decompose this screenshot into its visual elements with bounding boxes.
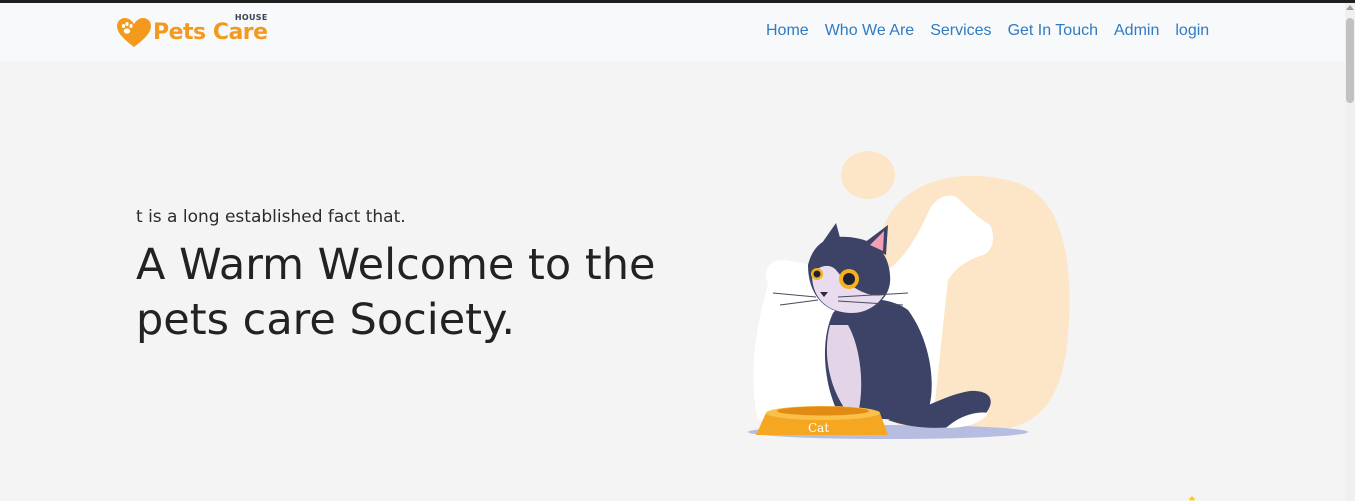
- nav-admin[interactable]: Admin: [1114, 22, 1159, 40]
- logo[interactable]: Pets Care HOUSE: [116, 13, 268, 50]
- nav-who-we-are[interactable]: Who We Are: [825, 22, 915, 40]
- navbar: Pets Care HOUSE Home Who We Are Services…: [0, 3, 1345, 61]
- scrollbar-thumb[interactable]: [1346, 18, 1354, 103]
- nav-get-in-touch[interactable]: Get In Touch: [1008, 22, 1098, 40]
- logo-text: Pets Care HOUSE: [153, 13, 268, 50]
- main-nav: Home Who We Are Services Get In Touch Ad…: [766, 22, 1209, 40]
- logo-wordmark: Pets Care: [153, 20, 268, 45]
- cat-dog-illustration: Cat: [748, 151, 1070, 439]
- star-icon: [1188, 495, 1196, 501]
- hero-title: A Warm Welcome to the pets care Society.: [136, 240, 656, 345]
- logo-subtext: HOUSE: [234, 13, 268, 22]
- bowl-label: Cat: [808, 421, 829, 435]
- heart-paw-icon: [117, 18, 151, 47]
- hero-subtitle: t is a long established fact that.: [136, 207, 406, 227]
- scroll-up-icon[interactable]: [1346, 5, 1354, 10]
- nav-home[interactable]: Home: [766, 22, 809, 40]
- nav-login[interactable]: login: [1175, 22, 1209, 40]
- nav-services[interactable]: Services: [930, 22, 991, 40]
